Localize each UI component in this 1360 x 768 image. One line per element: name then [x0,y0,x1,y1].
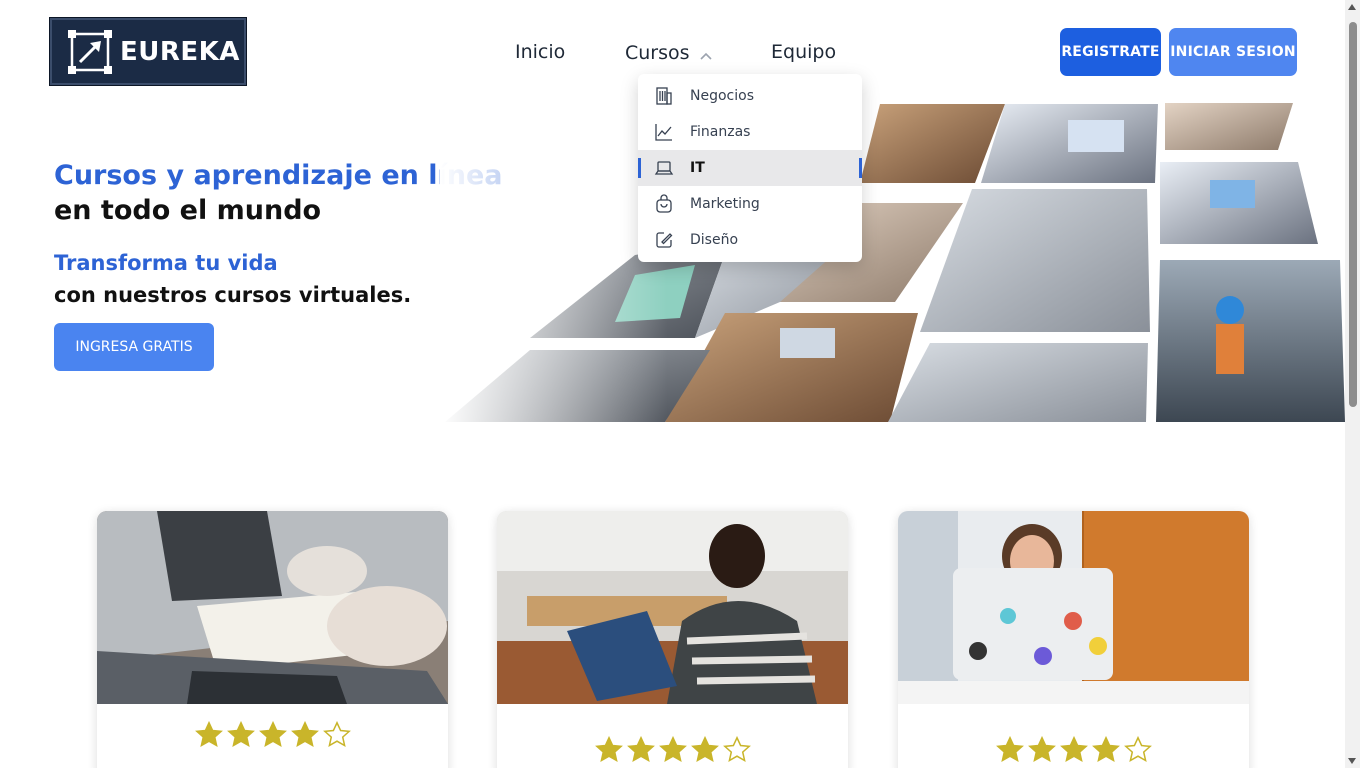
dropdown-item-finanzas[interactable]: Finanzas [638,114,862,150]
arrow-up-right-square-icon [66,28,114,76]
star-empty-icon [322,721,351,748]
course-card-image [497,511,848,704]
line-chart-icon [654,122,674,142]
rating-stars [898,736,1249,764]
dropdown-item-label: Negocios [690,88,754,104]
scroll-down-arrow-icon[interactable] [1348,758,1356,764]
nav-cursos[interactable]: Cursos [625,41,712,65]
course-card[interactable] [497,511,848,768]
laptop-icon [654,158,674,178]
nav-equipo[interactable]: Equipo [771,41,836,63]
course-card-image [898,511,1249,704]
nav-cursos-label: Cursos [625,42,690,64]
hero-title-line2: en todo el mundo [54,195,322,226]
course-card-image [97,511,448,704]
dropdown-item-label: IT [690,160,705,176]
star-filled-icon [1091,736,1120,763]
dropdown-item-diseno[interactable]: Diseño [638,222,862,258]
login-button[interactable]: INICIAR SESION [1169,28,1297,76]
register-button[interactable]: REGISTRATE [1060,28,1161,76]
hero-subtitle-line2: con nuestros cursos virtuales. [54,283,412,307]
star-filled-icon [226,721,255,748]
shopping-bag-icon [654,194,674,214]
scrollbar-thumb[interactable] [1349,22,1357,407]
star-filled-icon [626,736,655,763]
star-empty-icon [1123,736,1152,763]
hero-photo-collage [440,100,1350,425]
hero-subtitle-line1: Transforma tu vida [54,251,278,275]
star-filled-icon [194,721,223,748]
dropdown-item-label: Finanzas [690,124,751,140]
brand-logo[interactable]: EUREKA [49,17,247,86]
hero-subtitle: Transforma tu vida con nuestros cursos v… [54,247,411,311]
dropdown-item-label: Marketing [690,196,760,212]
design-pencil-icon [654,230,674,250]
dropdown-item-it[interactable]: IT [638,150,862,186]
dropdown-item-negocios[interactable]: Negocios [638,78,862,114]
star-filled-icon [690,736,719,763]
course-card[interactable] [898,511,1249,768]
star-filled-icon [290,721,319,748]
scroll-up-arrow-icon[interactable] [1348,4,1356,10]
page-scrollbar[interactable] [1345,0,1360,768]
star-empty-icon [722,736,751,763]
free-signup-button[interactable]: INGRESA GRATIS [54,323,214,371]
star-filled-icon [995,736,1024,763]
star-filled-icon [1027,736,1056,763]
rating-stars [97,721,448,749]
chevron-up-icon [699,43,712,65]
dropdown-item-marketing[interactable]: Marketing [638,186,862,222]
course-card[interactable] [97,511,448,768]
page: EUREKA Inicio Cursos Equipo REGISTRATE I… [0,0,1360,768]
cursos-dropdown: Negocios Finanzas IT Marketing Diseño [638,74,862,262]
building-icon [654,86,674,106]
star-filled-icon [258,721,287,748]
star-filled-icon [658,736,687,763]
hero-title: Cursos y aprendizaje en línea en todo el… [54,158,503,228]
dropdown-item-label: Diseño [690,232,739,248]
star-filled-icon [594,736,623,763]
star-filled-icon [1059,736,1088,763]
nav-inicio[interactable]: Inicio [515,41,565,63]
hero-title-line1: Cursos y aprendizaje en línea [54,160,503,191]
brand-name: EUREKA [120,36,240,67]
rating-stars [497,736,848,764]
